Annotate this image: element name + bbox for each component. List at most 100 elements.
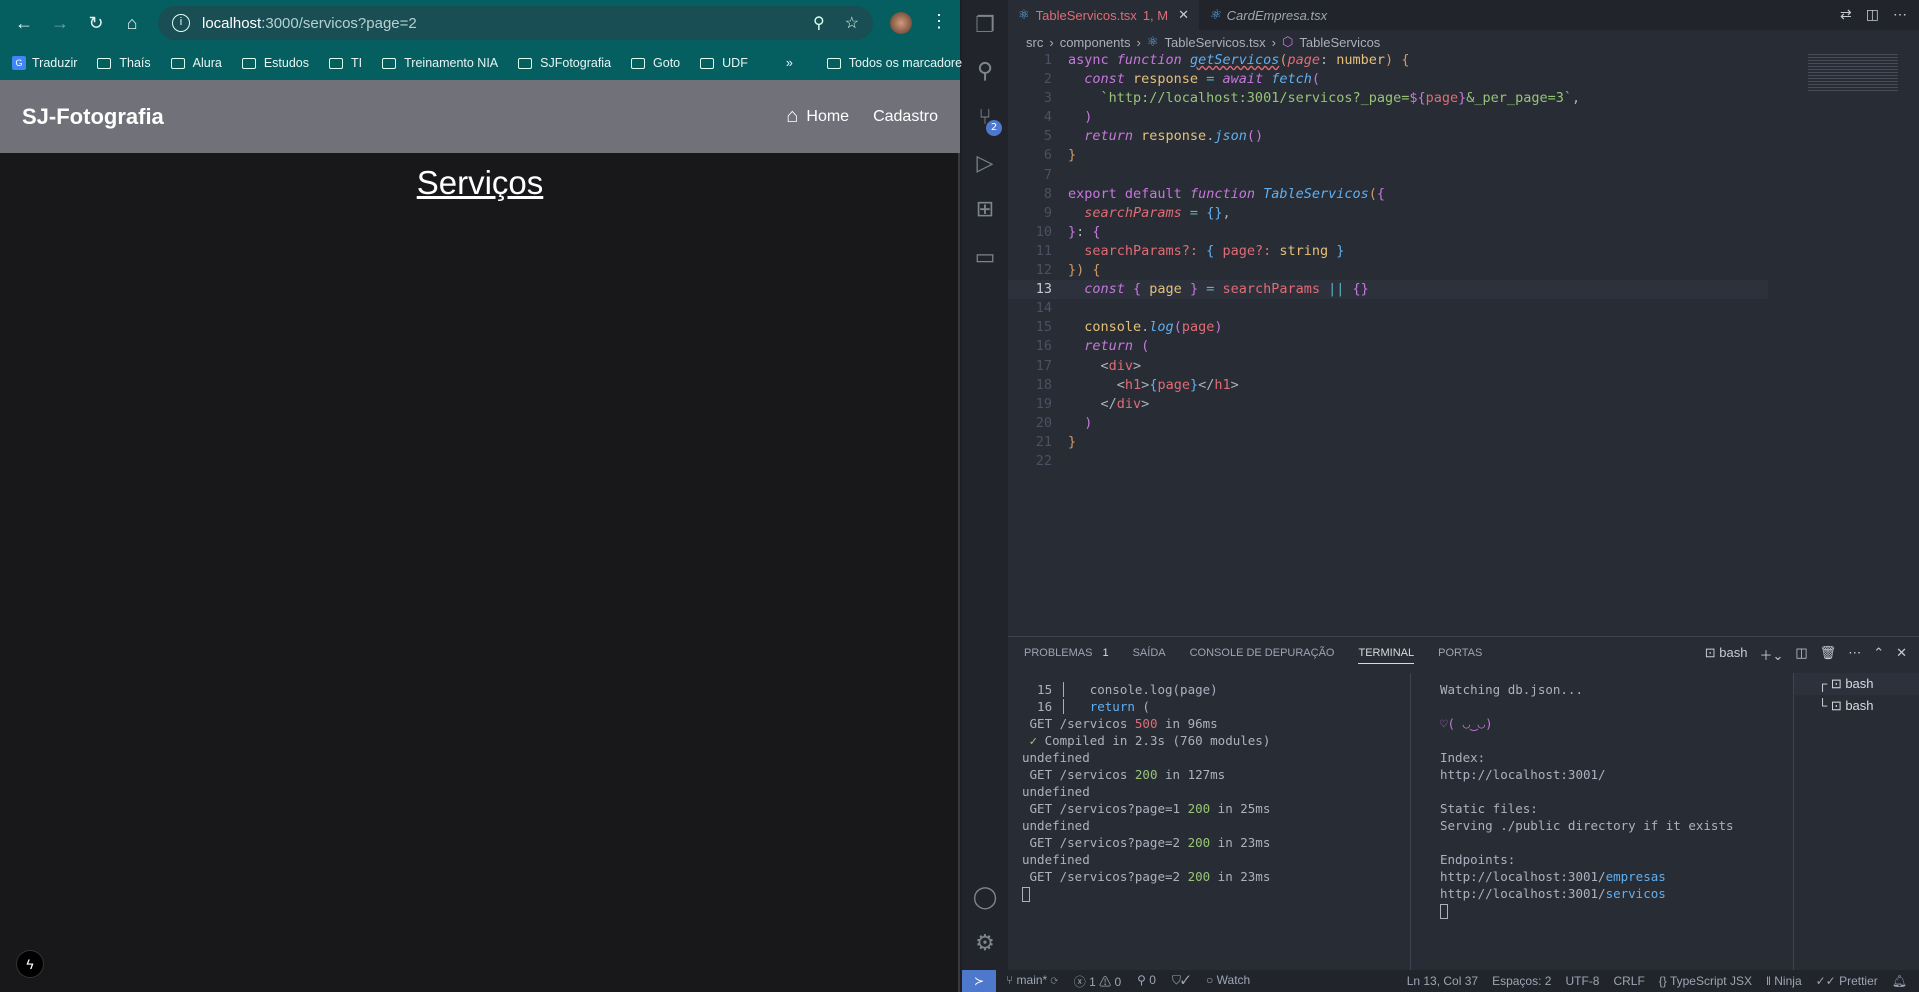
account-icon[interactable]: ◯ xyxy=(962,878,1008,918)
code-token: { xyxy=(1376,185,1386,202)
app-header: SJ-Fotografia ⌂ Home Cadastro xyxy=(0,80,960,153)
code-token: ( xyxy=(1311,71,1321,88)
terminal-list-item[interactable]: ┌ ⊡ bash xyxy=(1794,673,1919,695)
profile-avatar[interactable] xyxy=(890,12,912,34)
ports-status[interactable]: ⚲ 0 xyxy=(1137,973,1156,990)
back-icon[interactable]: ← xyxy=(6,13,42,34)
more-actions-icon[interactable]: ⋯ xyxy=(1893,6,1907,23)
terminal-left[interactable]: 15 │ console.log(page) 16 │ return ( GET… xyxy=(1022,681,1402,902)
home-icon[interactable]: ⌂ xyxy=(114,13,150,34)
close-icon[interactable]: ✕ xyxy=(1178,7,1189,23)
cursor xyxy=(1440,904,1448,919)
react-icon: ⚛ xyxy=(1146,34,1159,49)
tab-tableservicos[interactable]: ⚛ TableServicos.tsx 1, M ✕ xyxy=(1008,0,1200,30)
site-info-icon[interactable]: i xyxy=(172,14,190,32)
panel-tab-console-de-depura-o[interactable]: CONSOLE DE DEPURAÇÃO xyxy=(1190,647,1335,664)
terminal-right[interactable]: Watching db.json... ♡( ◡‿◡) Index: http:/… xyxy=(1440,681,1800,919)
code-editor[interactable]: 1 async function getServicos(page: number… xyxy=(1008,51,1768,471)
terminal-text: ✓ xyxy=(1022,733,1038,748)
terminal-text: in 23ms xyxy=(1210,869,1271,884)
cursor-position[interactable]: Ln 13, Col 37 xyxy=(1407,974,1478,988)
maximize-panel-icon[interactable]: ⌃ xyxy=(1873,645,1884,664)
shield-check-icon[interactable]: ⛉✓ xyxy=(1172,973,1190,990)
prettier-status[interactable]: ✓✓ Prettier xyxy=(1816,974,1878,988)
bookmark-item[interactable]: Thaís xyxy=(97,56,151,70)
code-token: ) xyxy=(1068,414,1093,431)
terminal-list-item[interactable]: └ ⊡ bash xyxy=(1794,695,1919,717)
watch-status[interactable]: ○ Watch xyxy=(1206,973,1250,990)
zoom-icon[interactable]: ⚲ xyxy=(813,13,825,33)
explorer-icon[interactable]: ❐ xyxy=(962,6,1008,46)
source-control-icon[interactable]: ⑂ 2 xyxy=(962,98,1008,138)
close-panel-icon[interactable]: ✕ xyxy=(1896,645,1907,664)
branch-status[interactable]: ⑂ main* ⟳ xyxy=(1006,973,1058,990)
trash-icon[interactable]: 🗑 xyxy=(1820,645,1837,664)
code-token: searchParams?: xyxy=(1068,242,1207,259)
bookmarks-overflow-button[interactable]: » xyxy=(786,56,793,70)
split-editor-icon[interactable]: ◫ xyxy=(1866,6,1879,23)
settings-gear-icon[interactable]: ⚙ xyxy=(962,924,1008,964)
address-bar[interactable]: i localhost:3000/servicos?page=2 ⚲ ☆ xyxy=(158,6,873,40)
remote-icon[interactable]: ≻ xyxy=(962,970,996,992)
nav-home[interactable]: ⌂ Home xyxy=(786,105,849,128)
bookmark-item[interactable]: UDF xyxy=(700,56,748,70)
bookmark-item[interactable]: TI xyxy=(329,56,362,70)
bookmark-item[interactable]: Treinamento NIA xyxy=(382,56,498,70)
new-terminal-icon[interactable]: ＋⌄ xyxy=(1759,645,1783,664)
encoding[interactable]: UTF-8 xyxy=(1565,974,1599,988)
ninja-status[interactable]: ‖ Ninja xyxy=(1766,974,1802,988)
panel-tab-sa-da[interactable]: SAÍDA xyxy=(1133,647,1166,664)
minimap[interactable] xyxy=(1808,52,1898,92)
code-token: < xyxy=(1068,376,1125,393)
breadcrumb-item[interactable]: TableServicos.tsx xyxy=(1165,35,1266,50)
all-bookmarks[interactable]: Todos os marcadores xyxy=(826,56,968,70)
tab-cardempresa[interactable]: ⚛ CardEmpresa.tsx xyxy=(1199,0,1337,30)
bookmark-item[interactable]: SJFotografia xyxy=(518,56,611,70)
extensions-icon[interactable]: ⊞ xyxy=(962,190,1008,230)
problems-status[interactable]: ⓧ 1 ⚠ 0 xyxy=(1074,973,1121,990)
cursor xyxy=(1022,887,1030,902)
bookmark-item[interactable]: G Traduzir xyxy=(12,56,77,70)
breadcrumb-item[interactable]: src xyxy=(1026,35,1043,50)
bookmark-item[interactable]: Alura xyxy=(170,56,222,70)
nextjs-dev-indicator-icon[interactable]: ϟ xyxy=(16,950,44,978)
compare-changes-icon[interactable]: ⇄ xyxy=(1840,6,1852,23)
ninja-label: Ninja xyxy=(1774,974,1802,988)
line-number: 7 xyxy=(1043,166,1052,183)
folder-icon xyxy=(241,57,256,69)
search-icon[interactable]: ⚲ xyxy=(962,52,1008,92)
run-debug-icon[interactable]: ▷ xyxy=(962,144,1008,184)
indentation[interactable]: Espaços: 2 xyxy=(1492,974,1551,988)
code-line: 19 </div > xyxy=(1008,395,1768,414)
bookmark-star-icon[interactable]: ☆ xyxy=(845,13,859,33)
terminal-text: 200 xyxy=(1187,801,1211,816)
more-actions-icon[interactable]: ⋯ xyxy=(1848,645,1861,664)
bookmark-item[interactable]: Estudos xyxy=(241,56,309,70)
browser-menu-icon[interactable]: ⋮ xyxy=(930,11,948,32)
notifications-bell-icon[interactable]: 🔔︎ xyxy=(1892,974,1907,988)
terminal-text: GET /servicos?page=1 xyxy=(1022,801,1188,816)
nav-cadastro[interactable]: Cadastro xyxy=(873,108,938,126)
code-token: searchParams xyxy=(1068,204,1190,221)
forward-icon[interactable]: → xyxy=(42,13,78,34)
terminal-text: Static files: xyxy=(1440,801,1538,816)
breadcrumb-item[interactable]: TableServicos xyxy=(1299,35,1380,50)
breadcrumb-item[interactable]: components xyxy=(1060,35,1131,50)
panel-tab-problemas[interactable]: PROBLEMAS xyxy=(1024,647,1092,664)
split-terminal-icon[interactable]: ◫ xyxy=(1795,645,1807,664)
brand-logo[interactable]: SJ-Fotografia xyxy=(22,104,164,130)
line-ending[interactable]: CRLF xyxy=(1613,974,1644,988)
terminal-line: ♡( ◡‿◡) xyxy=(1440,715,1800,732)
bookmark-item[interactable]: Goto xyxy=(631,56,680,70)
code-token: h1 xyxy=(1124,376,1142,393)
terminal-line: http://localhost:3001/ xyxy=(1440,766,1800,783)
language-mode[interactable]: {} TypeScript JSX xyxy=(1659,974,1752,988)
panel-tab-portas[interactable]: PORTAS xyxy=(1438,647,1482,664)
panel-tab-terminal[interactable]: TERMINAL xyxy=(1358,647,1415,664)
code-token: const xyxy=(1068,71,1134,88)
terminal-shell[interactable]: ⊡ bash xyxy=(1705,645,1748,664)
reload-icon[interactable]: ↻ xyxy=(78,13,114,34)
code-line: 12}) { xyxy=(1008,261,1768,280)
remote-explorer-icon[interactable]: ▭ xyxy=(962,238,1008,278)
